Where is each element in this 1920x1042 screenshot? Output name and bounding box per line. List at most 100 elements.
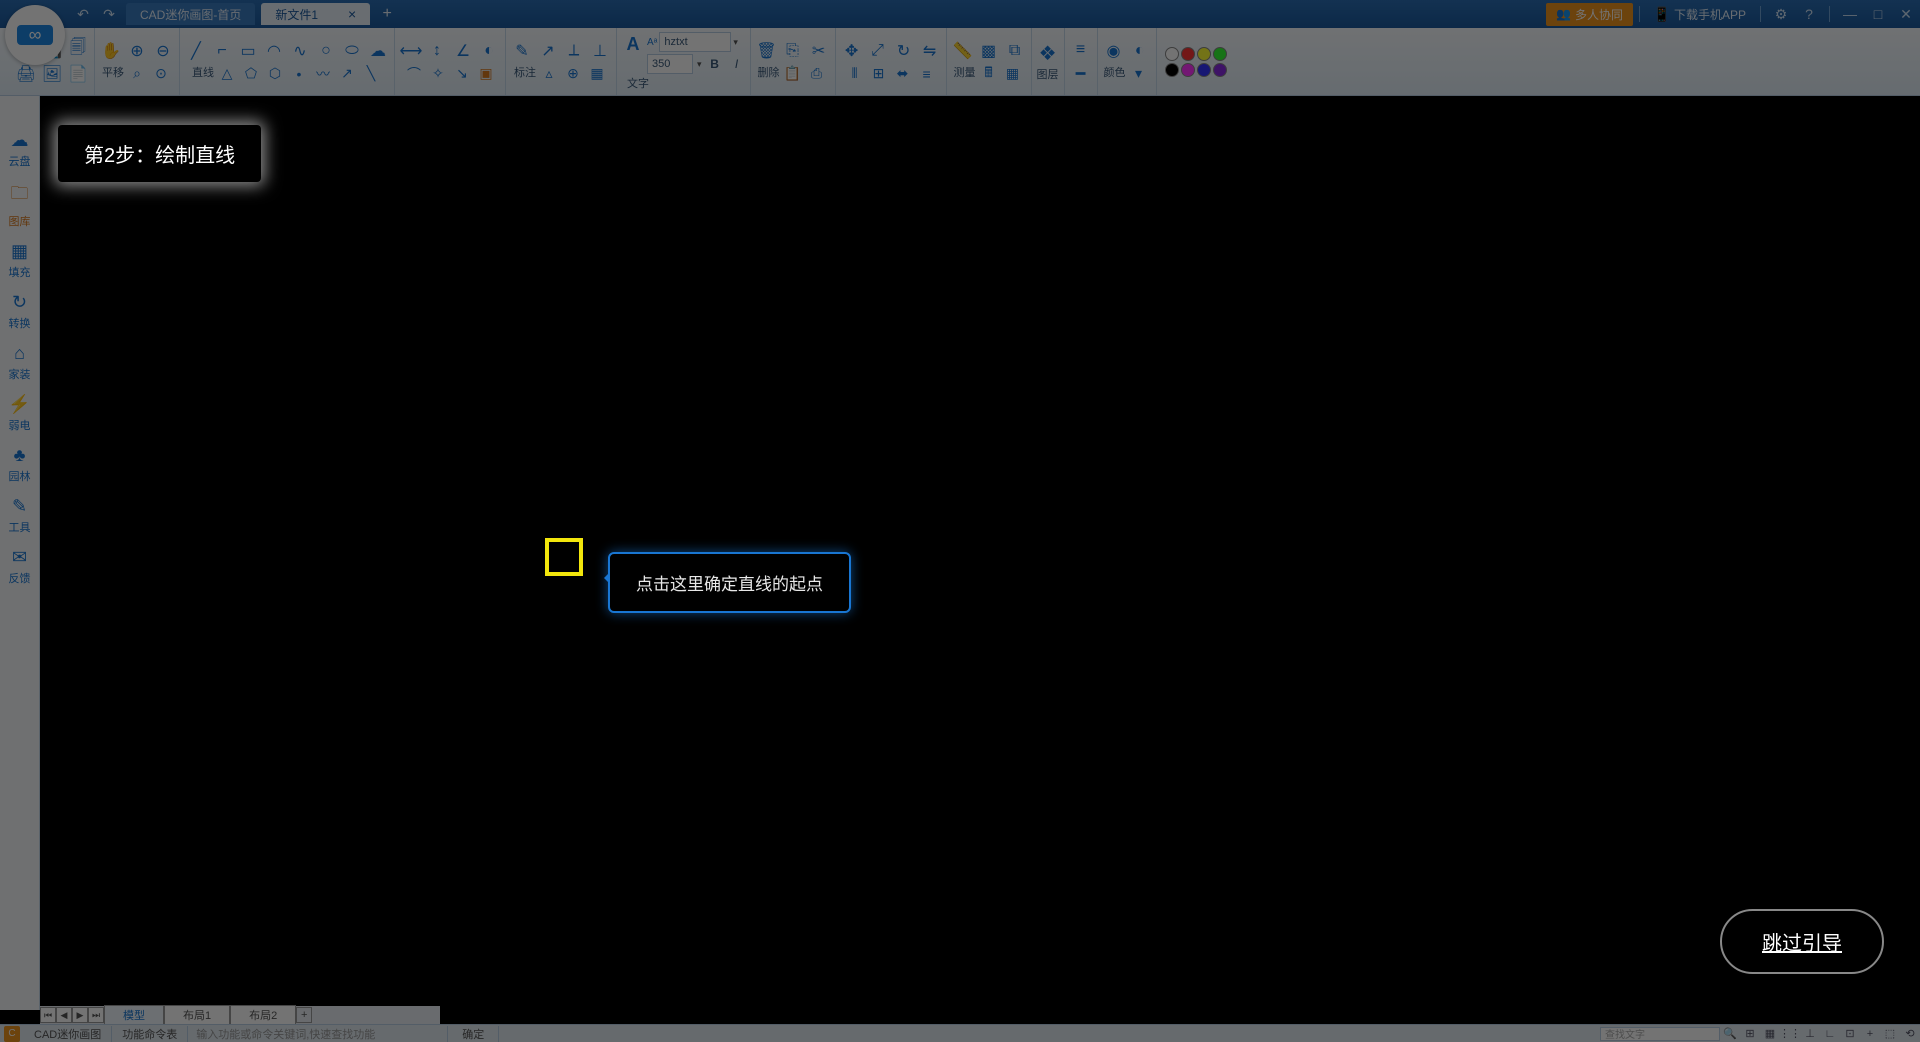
align-button[interactable]: ≡: [916, 63, 938, 85]
delete-button[interactable]: 🗑: [755, 39, 779, 63]
sidebar-item-0[interactable]: ☁云盘: [0, 124, 39, 175]
leader-button[interactable]: ↗: [536, 39, 560, 63]
save-as-button[interactable]: 🗐: [66, 38, 90, 62]
redo-button[interactable]: ↷: [98, 3, 120, 25]
layer-button[interactable]: ❖: [1036, 41, 1060, 65]
zoom-extents-button[interactable]: ⊙: [150, 63, 172, 85]
dim-ord-button[interactable]: ✧: [427, 63, 449, 85]
paste-button[interactable]: 📋: [782, 63, 804, 85]
line-button[interactable]: ╱: [184, 39, 208, 63]
table-button[interactable]: ▦: [1002, 63, 1024, 85]
sidebar-item-8[interactable]: ✉反馈: [0, 541, 39, 592]
dim-horiz-button[interactable]: ⟂: [562, 39, 586, 63]
grid-dots-button[interactable]: ⋮⋮: [1780, 1026, 1800, 1042]
circle-button[interactable]: ○: [314, 39, 338, 63]
stretch-button[interactable]: ⬌: [892, 63, 914, 85]
zoom-in-button[interactable]: ⊕: [125, 39, 149, 63]
ortho-button[interactable]: ⊥: [1800, 1026, 1820, 1042]
font-name-input[interactable]: [659, 32, 731, 52]
settings-icon[interactable]: ⚙: [1769, 2, 1793, 26]
tab-first-button[interactable]: ⏮: [40, 1007, 56, 1023]
xline-button[interactable]: ╲: [360, 63, 382, 85]
confirm-button[interactable]: 确定: [448, 1026, 499, 1042]
sidebar-item-5[interactable]: ⚡弱电: [0, 388, 39, 439]
font-size-input[interactable]: [647, 54, 693, 74]
lineweight-button[interactable]: ━: [1069, 62, 1093, 86]
swatch-blue[interactable]: [1197, 63, 1211, 77]
point-button[interactable]: •: [288, 63, 310, 85]
link-button[interactable]: ⟲: [1900, 1026, 1920, 1042]
calc-button[interactable]: 🖩: [978, 63, 1000, 85]
tab-layout2[interactable]: 布局2: [230, 1005, 296, 1025]
skip-tutorial-button[interactable]: 跳过引导: [1720, 909, 1884, 974]
pan-button[interactable]: ✋: [99, 39, 123, 63]
zoom-window-button[interactable]: ⌕: [126, 63, 148, 85]
measure-dist-button[interactable]: 📏: [951, 39, 975, 63]
tab-add-layout-button[interactable]: +: [296, 1007, 312, 1023]
tab-layout1[interactable]: 布局1: [164, 1005, 230, 1025]
hexagon-button[interactable]: ⬡: [264, 63, 286, 85]
tab-last-button[interactable]: ⏭: [88, 1007, 104, 1023]
elev-button[interactable]: ▵: [538, 63, 560, 85]
size-dropdown-icon[interactable]: ▾: [697, 59, 702, 70]
print-button[interactable]: 🖨: [14, 62, 38, 86]
rotate-button[interactable]: ↻: [892, 39, 916, 63]
close-button[interactable]: ✕: [1894, 2, 1918, 26]
color-dropdown-button[interactable]: ▾: [1128, 63, 1150, 85]
triangle-button[interactable]: △: [216, 63, 238, 85]
command-input[interactable]: 输入功能或命令关键词,快速查找功能: [188, 1026, 448, 1042]
export-pdf-button[interactable]: 📄: [66, 62, 90, 86]
polygon-button[interactable]: ⬠: [240, 63, 262, 85]
tutorial-cursor-highlight[interactable]: [545, 538, 583, 576]
polar-button[interactable]: ∟: [1820, 1026, 1840, 1042]
ray-button[interactable]: ↗: [336, 63, 358, 85]
drawing-canvas[interactable]: [40, 96, 1920, 1010]
crosshair-button[interactable]: +: [1860, 1026, 1880, 1042]
swatch-red[interactable]: [1181, 47, 1195, 61]
tab-model[interactable]: 模型: [104, 1005, 164, 1025]
font-dropdown-icon[interactable]: ▾: [733, 37, 738, 48]
tab-next-button[interactable]: ▶: [72, 1007, 88, 1023]
dim-radius-button[interactable]: ◐: [477, 39, 501, 63]
measure-angle-button[interactable]: ⧉: [1003, 39, 1027, 63]
scale-button[interactable]: ⤢: [866, 39, 890, 63]
search-text-input[interactable]: 查找文字: [1600, 1027, 1720, 1041]
undo-button[interactable]: ↶: [72, 3, 94, 25]
dim-leader-button[interactable]: ↘: [451, 63, 473, 85]
swatch-black[interactable]: [1165, 63, 1179, 77]
text-button[interactable]: A: [621, 32, 645, 56]
paste-special-button[interactable]: ⎙: [806, 63, 828, 85]
download-app-button[interactable]: 📱 下载手机APP: [1654, 6, 1746, 23]
dim-aligned-button[interactable]: ↕: [425, 39, 449, 63]
annotate-icon[interactable]: ✎: [510, 39, 534, 63]
arc-button[interactable]: ◠: [262, 39, 286, 63]
collab-button[interactable]: 👥 多人协同: [1546, 3, 1633, 26]
move-button[interactable]: ✥: [840, 39, 864, 63]
cut-button[interactable]: ✂: [807, 39, 831, 63]
mirror-button[interactable]: ⇋: [918, 39, 942, 63]
swatch-white[interactable]: [1165, 47, 1179, 61]
help-icon[interactable]: ?: [1797, 2, 1821, 26]
tab-home[interactable]: CAD迷你画图-首页: [126, 3, 255, 25]
offset-button[interactable]: ⫴: [844, 63, 866, 85]
polyline-button[interactable]: ⌐: [210, 39, 234, 63]
status-cmd-table-button[interactable]: 功能命令表: [112, 1026, 188, 1042]
sidebar-item-6[interactable]: ♣园林: [0, 439, 39, 490]
sidebar-item-3[interactable]: ↻转换: [0, 286, 39, 337]
sidebar-item-2[interactable]: ▦填充: [0, 235, 39, 286]
dim-vert-button[interactable]: ⊥: [588, 39, 612, 63]
dim-linear-button[interactable]: ⟷: [399, 39, 423, 63]
tab-add-button[interactable]: +: [376, 3, 398, 25]
dim-angular-button[interactable]: ∠: [451, 39, 475, 63]
osnap-button[interactable]: ⊡: [1840, 1026, 1860, 1042]
swatch-purple[interactable]: [1213, 63, 1227, 77]
dim-block-button[interactable]: ▣: [475, 63, 497, 85]
measure-area-button[interactable]: ▩: [977, 39, 1001, 63]
snap-button[interactable]: ⊞: [1740, 1026, 1760, 1042]
cloud-button[interactable]: ☁: [366, 39, 390, 63]
color-wheel-button[interactable]: ◉: [1102, 39, 1126, 63]
zoom-out-button[interactable]: ⊖: [151, 39, 175, 63]
minimize-button[interactable]: —: [1838, 2, 1862, 26]
rect-button[interactable]: ▭: [236, 39, 260, 63]
bold-button[interactable]: B: [706, 55, 724, 73]
